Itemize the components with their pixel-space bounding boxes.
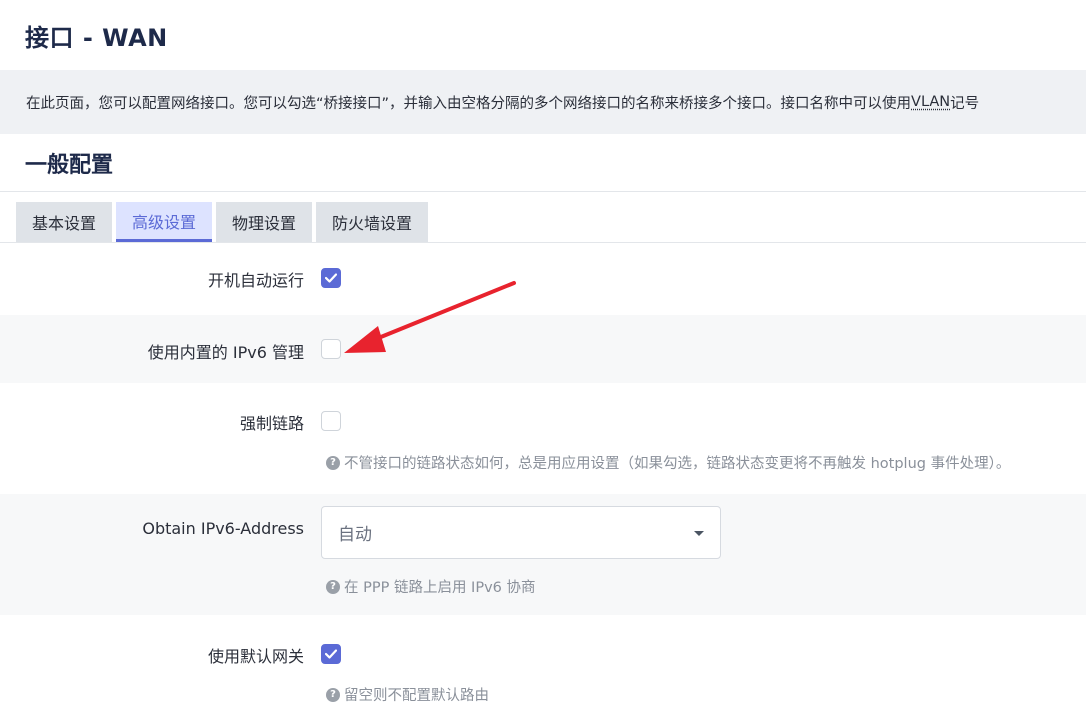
tab-basic-settings[interactable]: 基本设置 [16, 202, 113, 242]
form-row-obtain-ipv6: Obtain IPv6-Address 自动 ? 在 PPP 链路上启用 IPv… [0, 494, 1086, 615]
obtain-ipv6-help: ? 在 PPP 链路上启用 IPv6 协商 [326, 576, 536, 597]
builtin-ipv6-label: 使用内置的 IPv6 管理 [147, 343, 304, 362]
auto-start-label: 开机自动运行 [207, 271, 304, 290]
question-circle-icon: ? [326, 455, 340, 470]
form-row-force-link: 强制链路 ? 不管接口的链路状态如何，总是用应用设置（如果勾选，链路状态变更将不… [0, 383, 1086, 494]
tab-bar: 基本设置 高级设置 物理设置 防火墙设置 [0, 192, 1086, 243]
vlan-abbreviation: VLAN [911, 94, 951, 110]
builtin-ipv6-checkbox[interactable] [321, 339, 341, 359]
force-link-checkbox[interactable] [321, 411, 341, 431]
tab-firewall-settings[interactable]: 防火墙设置 [316, 202, 429, 242]
question-circle-icon: ? [326, 687, 340, 702]
question-circle-icon: ? [326, 579, 340, 594]
check-icon [325, 649, 337, 659]
force-link-label: 强制链路 [239, 414, 304, 433]
default-gateway-help: ? 留空则不配置默认路由 [326, 684, 489, 705]
force-link-help-text: 不管接口的链路状态如何，总是用应用设置（如果勾选，链路状态变更将不再触发 hot… [344, 456, 1011, 472]
tab-advanced-settings[interactable]: 高级设置 [116, 202, 213, 242]
force-link-help: ? 不管接口的链路状态如何，总是用应用设置（如果勾选，链路状态变更将不再触发 h… [326, 452, 1010, 473]
obtain-ipv6-label: Obtain IPv6-Address [142, 519, 304, 538]
page-description: 在此页面，您可以配置网络接口。您可以勾选“桥接接口”，并输入由空格分隔的多个网络… [0, 70, 1086, 134]
auto-start-checkbox[interactable] [321, 268, 341, 288]
section-title: 一般配置 [0, 134, 1086, 192]
default-gateway-help-text: 留空则不配置默认路由 [344, 688, 489, 704]
obtain-ipv6-help-text: 在 PPP 链路上启用 IPv6 协商 [344, 580, 536, 596]
check-icon [325, 273, 337, 283]
tab-physical-settings[interactable]: 物理设置 [216, 202, 313, 242]
page-header: 接口 - WAN [0, 0, 1086, 70]
obtain-ipv6-select[interactable]: 自动 [321, 506, 721, 559]
obtain-ipv6-select-value: 自动 [338, 525, 372, 545]
form-row-builtin-ipv6: 使用内置的 IPv6 管理 [0, 315, 1086, 383]
description-text: 在此页面，您可以配置网络接口。您可以勾选“桥接接口”，并输入由空格分隔的多个网络… [26, 95, 912, 112]
form-row-auto-start: 开机自动运行 [0, 243, 1086, 315]
default-gateway-checkbox[interactable] [321, 644, 341, 664]
page-title: 接口 - WAN [25, 23, 168, 52]
form-row-default-gateway: 使用默认网关 ? 留空则不配置默认路由 [0, 615, 1086, 715]
default-gateway-label: 使用默认网关 [207, 647, 304, 666]
caret-down-icon [694, 530, 704, 536]
description-text-tail: 记号 [950, 95, 980, 112]
